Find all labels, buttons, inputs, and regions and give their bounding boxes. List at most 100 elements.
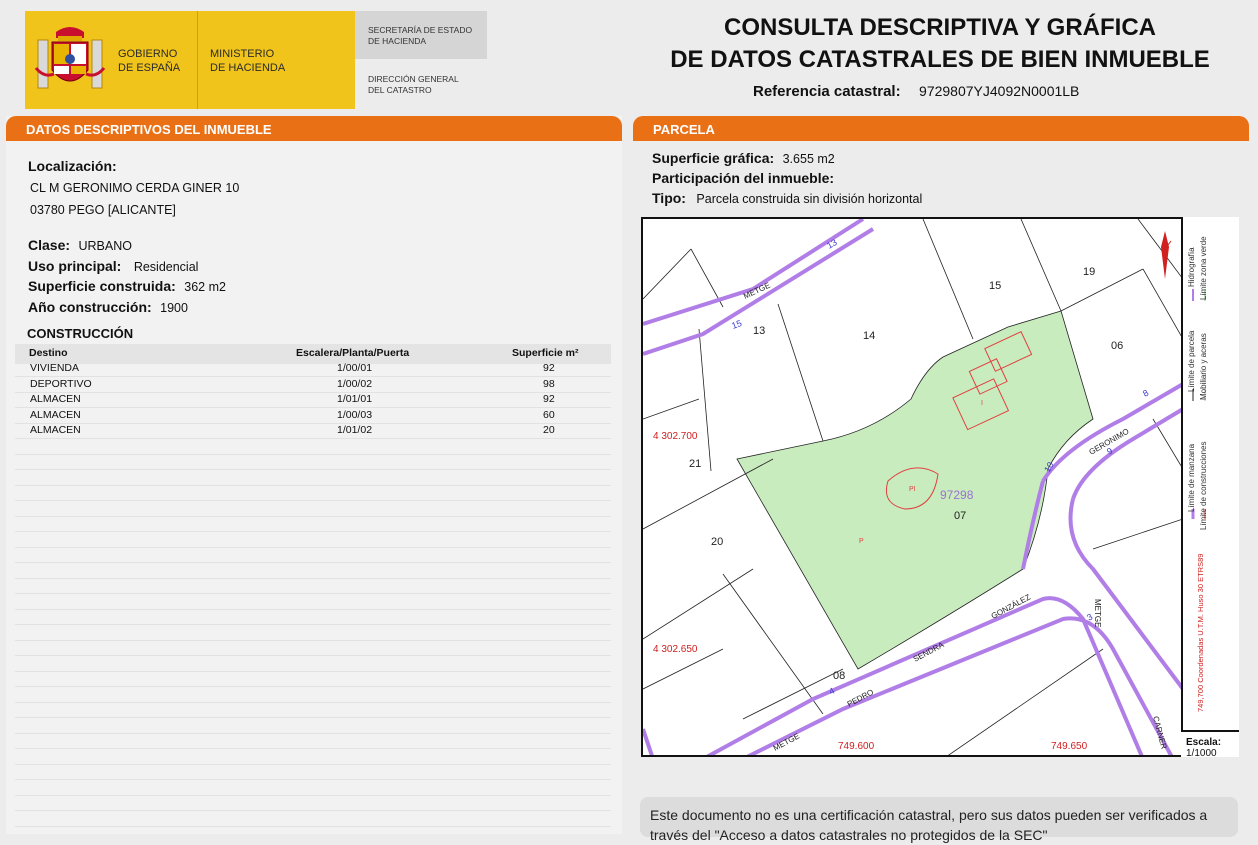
uso-label: Uso principal: — [28, 258, 122, 274]
table-cell: ALMACEN — [30, 424, 81, 436]
ministry-name: MINISTERIO DE HACIENDA — [210, 48, 286, 74]
ref-label: Referencia catastral: — [753, 83, 901, 100]
address-line2: 03780 PEGO [ALICANTE] — [30, 203, 176, 217]
parcel-number: 07 — [954, 510, 966, 522]
parcel-number: 14 — [863, 330, 875, 342]
construction-label: PI — [909, 486, 916, 493]
ref-value[interactable]: 9729807YJ4092N0001LB — [919, 83, 1079, 99]
page-title: CONSULTA DESCRIPTIVA Y GRÁFICA DE DATOS … — [670, 14, 1210, 73]
table-row-divider — [15, 484, 611, 486]
coord-x-label: 749.600 — [838, 741, 875, 752]
secretaria-name: SECRETARÍA DE ESTADO DE HACIENDA — [368, 25, 473, 46]
scale-label: Escala: — [1186, 737, 1222, 748]
street-label: METGE — [772, 731, 801, 752]
table-cell: 92 — [543, 393, 555, 405]
table-row-divider — [15, 608, 611, 610]
col-destino: Destino — [29, 347, 68, 359]
table-cell: VIVIENDA — [30, 362, 80, 374]
street-number: 13 — [825, 237, 839, 251]
legend-item: Límite de construcciones — [1199, 441, 1208, 531]
construction-label: P — [859, 538, 864, 545]
table-row-divider — [15, 453, 611, 455]
street-label: CARNER — [1151, 715, 1168, 750]
anio-label: Año construcción: — [28, 299, 152, 315]
col-escalera: Escalera/Planta/Puerta — [296, 347, 410, 359]
table-row-divider — [15, 825, 611, 827]
table-row-divider — [15, 655, 611, 656]
parcel-ref-label: 97298 — [940, 488, 974, 502]
table-row-divider — [15, 376, 611, 377]
disclaimer-note: Este documento no es una certificación c… — [640, 797, 1238, 843]
construccion-title: CONSTRUCCIÓN — [27, 326, 134, 341]
table-row-divider — [15, 593, 611, 594]
table-row-divider — [15, 732, 611, 734]
anio-value: 1900 — [160, 301, 188, 315]
cadastral-map[interactable]: 13 14 15 19 06 21 07 20 08 97298 P PI I … — [641, 217, 1239, 757]
table-cell: ALMACEN — [30, 408, 81, 421]
col-superficie: Superficie m² — [512, 347, 579, 359]
table-row-divider — [15, 391, 611, 393]
table-row-divider — [15, 562, 611, 563]
tipo-label: Tipo: — [652, 190, 686, 206]
table-cell: 1/00/03 — [337, 408, 373, 421]
street-label: METGE — [1093, 599, 1102, 627]
street-number: 8 — [1141, 388, 1150, 399]
clase-label: Clase: — [28, 237, 71, 253]
table-row-divider — [15, 577, 611, 579]
tipo-value: Parcela construida sin división horizont… — [696, 192, 923, 206]
direccion-name: DIRECCIÓN GENERAL DEL CATASTRO — [368, 74, 459, 95]
table-cell: DEPORTIVO — [30, 377, 92, 390]
legend-item: Límite zona verde — [1199, 236, 1208, 300]
superficie-grafica-label: Superficie gráfica: — [652, 150, 775, 166]
table-row-divider — [15, 686, 611, 687]
table-row-divider — [15, 438, 611, 439]
legend-item: Hidrografía — [1187, 247, 1196, 287]
table-row-divider — [15, 469, 611, 470]
tipo-row: Tipo: Parcela construida sin división ho… — [652, 190, 922, 208]
parcel-number: 21 — [689, 458, 701, 470]
table-cell: 1/01/01 — [337, 393, 373, 405]
table-row-divider — [15, 546, 611, 548]
superficie-grafica-value: 3.655 m2 — [782, 152, 835, 166]
table-row-divider — [15, 407, 611, 408]
street-label: METGE — [742, 281, 772, 301]
clase-value: URBANO — [78, 239, 132, 253]
parcel-number: 13 — [753, 325, 765, 337]
street-number: 15 — [730, 318, 743, 331]
table-row-divider — [15, 794, 611, 796]
uso-value: Residencial — [133, 260, 199, 274]
parcel-number: 20 — [711, 536, 723, 548]
map-drawing: 13 14 15 19 06 21 07 20 08 97298 P PI I … — [643, 219, 1185, 755]
coord-y-label: 4 302.700 — [653, 431, 698, 442]
superficie-grafica-row: Superficie gráfica: 3.655 m2 — [652, 150, 835, 168]
parcel-number: 15 — [989, 280, 1001, 292]
coord-y-label: 4 302.650 — [653, 644, 698, 655]
address-line1: CL M GERONIMO CERDA GINER 10 — [30, 181, 240, 195]
cadastral-reference: Referencia catastral: 9729807YJ4092N0001… — [753, 83, 1079, 101]
table-cell: 98 — [543, 377, 555, 390]
table-row-divider — [15, 639, 611, 641]
disclaimer-text: Este documento no es una certificación c… — [650, 807, 1208, 843]
superficie-row: Superficie construida: 362 m2 — [28, 278, 226, 296]
descriptive-panel — [6, 116, 622, 834]
scale-value: 1/1000 — [1186, 748, 1217, 759]
parcel-number: 19 — [1083, 266, 1095, 278]
coord-x-label: 749.650 — [1051, 741, 1088, 752]
utm-coords-note: 749,700 Coordenadas U.T.M. Huso 30 ETRS8… — [1196, 553, 1205, 712]
table-row-divider — [15, 422, 611, 424]
coat-of-arms-icon — [34, 27, 106, 89]
table-row-divider — [15, 763, 611, 765]
table-cell: 60 — [543, 408, 555, 421]
table-row-divider — [15, 531, 611, 532]
table-cell: 92 — [543, 362, 555, 374]
table-row-divider — [15, 748, 611, 749]
participacion-label: Participación del inmueble: — [652, 170, 835, 186]
table-row-divider — [15, 515, 611, 517]
gov-name: GOBIERNO DE ESPAÑA — [118, 48, 181, 74]
legend-item: Límite de parcela — [1187, 330, 1196, 392]
table-cell: 1/00/02 — [337, 377, 373, 390]
clase-row: Clase: URBANO — [28, 237, 132, 255]
section-header-descriptivos: DATOS DESCRIPTIVOS DEL INMUEBLE — [6, 116, 622, 141]
table-cell: 1/01/02 — [337, 424, 373, 436]
table-cell: 20 — [543, 424, 555, 436]
